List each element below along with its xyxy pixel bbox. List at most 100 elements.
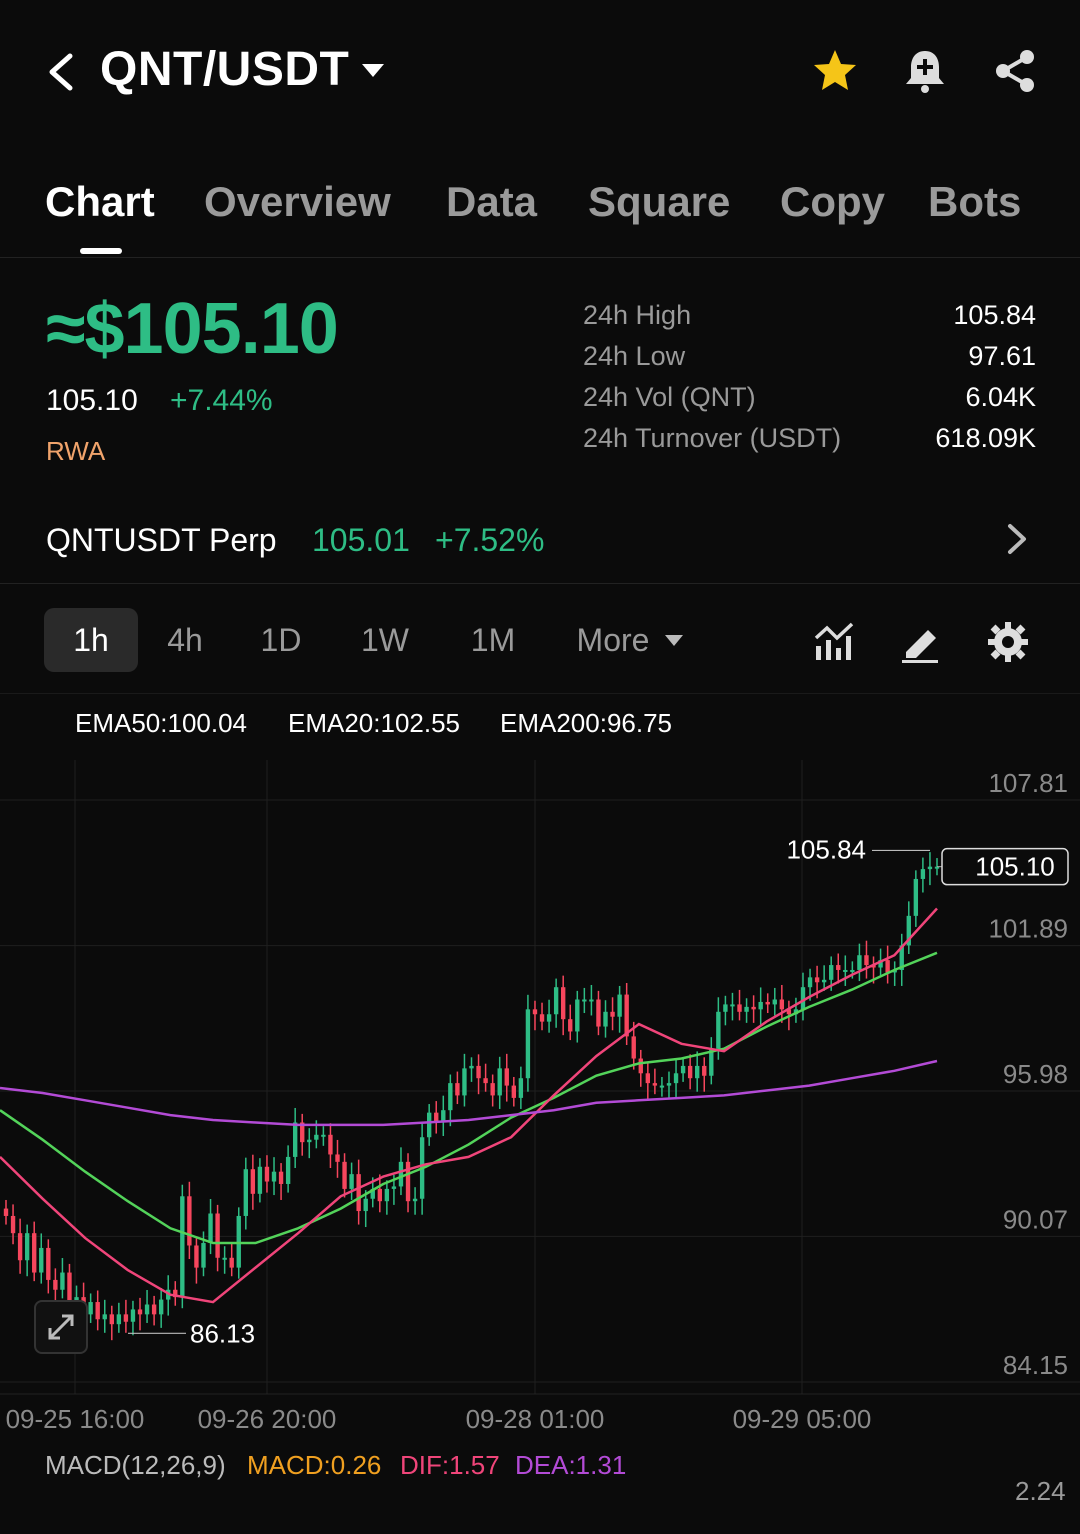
candle-body: [610, 1011, 615, 1017]
stat-label-high: 24h High: [583, 300, 692, 330]
candle-body: [137, 1309, 143, 1315]
sector-tag[interactable]: RWA: [46, 436, 105, 467]
candle-body: [194, 1245, 199, 1268]
candle-body: [603, 1011, 608, 1027]
tab-active-indicator: [80, 248, 122, 254]
caret-down-icon[interactable]: [360, 62, 386, 80]
tab-copy[interactable]: Copy: [780, 178, 885, 226]
candle-body: [377, 1188, 382, 1202]
timeframe-4h[interactable]: 4h: [150, 608, 220, 672]
candle-body: [109, 1314, 114, 1325]
tab-overview[interactable]: Overview: [204, 178, 391, 226]
timeframe-1w[interactable]: 1W: [348, 608, 422, 672]
candle-body: [687, 1065, 693, 1079]
macd-dea: DEA:1.31: [515, 1450, 627, 1480]
candle-body: [864, 955, 869, 966]
candle-body: [95, 1302, 100, 1320]
ema50-legend: EMA50:100.04: [75, 708, 248, 738]
macd-top-tick: 2.24: [1015, 1476, 1066, 1506]
candle-body: [885, 960, 890, 973]
candle-body: [589, 999, 594, 1002]
candle-body: [490, 1083, 495, 1096]
ema20-legend: EMA20:102.55: [288, 708, 461, 738]
candle-body: [24, 1233, 30, 1261]
tab-square[interactable]: Square: [588, 178, 730, 226]
candle-body: [673, 1073, 679, 1084]
candle-body: [751, 1006, 756, 1010]
back-icon[interactable]: [44, 50, 78, 94]
candle-body: [292, 1122, 298, 1157]
candle-body: [821, 979, 827, 983]
x-tick-label: 09-25 16:00: [6, 1404, 145, 1434]
perp-change: +7.52%: [435, 522, 545, 558]
candle-body: [426, 1112, 432, 1138]
indicators-icon[interactable]: [812, 620, 856, 664]
tab-data[interactable]: Data: [446, 178, 537, 226]
perp-link-row[interactable]: QNTUSDT Perp 105.01 +7.52%: [0, 498, 1080, 584]
candle-body: [321, 1134, 326, 1137]
stat-value-turnover: 618.09K: [935, 423, 1036, 453]
chevron-right-icon: [1008, 524, 1026, 554]
candle-body: [617, 994, 622, 1017]
candle-body: [504, 1068, 509, 1086]
candle-body: [391, 1186, 397, 1189]
candle-body: [857, 955, 862, 970]
timeframe-1d[interactable]: 1D: [246, 608, 316, 672]
candle-body: [384, 1188, 390, 1202]
candle-body: [60, 1272, 65, 1290]
candle-body: [850, 969, 855, 972]
candle-body: [314, 1134, 319, 1140]
candle-body: [518, 1078, 524, 1098]
share-icon[interactable]: [990, 46, 1040, 96]
candle-body: [645, 1073, 651, 1084]
candle-body: [836, 965, 841, 970]
candle-body: [116, 1314, 122, 1325]
perp-name: QNTUSDT Perp: [46, 522, 277, 558]
candle-body: [829, 965, 834, 980]
candle-body: [807, 977, 813, 988]
candle-body: [561, 987, 566, 1020]
candle-body: [123, 1314, 129, 1322]
price-approx: ≈$105.10: [46, 289, 339, 369]
timeframe-1m[interactable]: 1M: [456, 608, 530, 672]
price-chart[interactable]: 107.81 101.89 95.98 90.07 84.15 09-25 16:00 09…: [0, 760, 1080, 1440]
candle-body: [483, 1078, 488, 1084]
perp-price: 105.01: [312, 522, 410, 558]
candle-body: [843, 969, 848, 972]
draw-icon[interactable]: [898, 620, 942, 664]
timeframe-more[interactable]: More: [568, 608, 658, 672]
high-marker-label: 105.84: [786, 834, 866, 864]
macd-value: MACD:0.26: [247, 1450, 382, 1480]
candle-body: [659, 1085, 665, 1088]
ema-line-ema200: [0, 1059, 938, 1127]
candle-body: [652, 1083, 658, 1086]
candle-body: [596, 999, 601, 1027]
candle-body: [264, 1166, 270, 1182]
stat-label-low: 24h Low: [583, 341, 686, 371]
y-tick-label: 90.07: [1003, 1204, 1068, 1234]
pair-title[interactable]: QNT/USDT: [100, 42, 349, 97]
candle-body: [575, 999, 580, 1032]
tab-chart[interactable]: Chart: [45, 178, 155, 226]
candle-body: [102, 1314, 107, 1320]
candle-body: [201, 1243, 206, 1268]
star-icon[interactable]: [810, 46, 860, 96]
candle-body: [257, 1166, 263, 1194]
candle-body: [497, 1068, 502, 1096]
y-tick-label: 95.98: [1003, 1059, 1068, 1089]
expand-chart-button[interactable]: [34, 1300, 88, 1354]
candle-body: [130, 1309, 136, 1322]
stat-value-high: 105.84: [953, 300, 1036, 330]
settings-icon[interactable]: [986, 620, 1030, 664]
ema200-legend: EMA200:96.75: [500, 708, 673, 738]
tab-bots[interactable]: Bots: [928, 178, 1021, 226]
candle-body: [39, 1247, 44, 1273]
candle-body: [462, 1068, 467, 1096]
candle-body: [222, 1257, 227, 1260]
caret-down-icon[interactable]: [664, 634, 684, 648]
timeframe-1h[interactable]: 1h: [44, 608, 138, 672]
candle-body: [187, 1196, 192, 1246]
bell-plus-icon[interactable]: [900, 46, 950, 96]
candle-body: [180, 1196, 185, 1298]
candle-body: [363, 1198, 368, 1212]
